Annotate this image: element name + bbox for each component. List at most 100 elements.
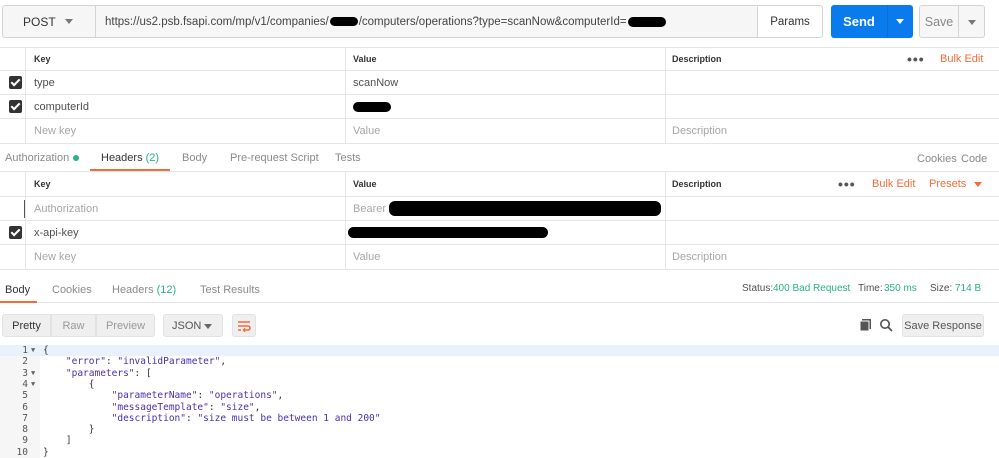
header-description[interactable] (665, 197, 999, 220)
tab-tests[interactable]: Tests (335, 152, 361, 164)
tab-response-body[interactable]: Body (5, 284, 30, 296)
time-value[interactable]: 350 ms (884, 283, 917, 294)
param-description[interactable] (665, 71, 999, 94)
bulk-edit-link[interactable]: Bulk Edit (940, 53, 983, 65)
param-value[interactable] (345, 95, 665, 118)
save-button[interactable]: Save (919, 5, 959, 38)
more-dots-icon[interactable]: ••• (838, 176, 856, 192)
fold-arrow-icon[interactable]: ▼ (31, 379, 35, 390)
col-header-value: Value (345, 48, 665, 70)
checkbox-checked-icon[interactable] (9, 100, 22, 113)
pretty-button[interactable]: Pretty (2, 314, 51, 337)
table-row: type scanNow (0, 71, 999, 95)
tab-response-headers-label: Headers (112, 284, 154, 296)
col-header-description: Description ••• Bulk Edit (665, 48, 999, 70)
format-label: JSON (172, 319, 202, 332)
headers-table: Key Value Description ••• Bulk Edit Pres… (0, 172, 999, 270)
params-button[interactable]: Params (757, 5, 823, 38)
code-text: { (43, 345, 49, 356)
col-header-description-label: Description (672, 179, 722, 189)
search-button[interactable] (879, 318, 893, 332)
line-number: 10 (16, 446, 28, 458)
new-key-input[interactable]: New key (25, 119, 345, 143)
code-line: 1 ▼ { (0, 345, 999, 357)
col-header-description-label: Description (672, 54, 722, 64)
tab-pre-request-script[interactable]: Pre-request Script (230, 152, 319, 164)
new-key-input[interactable]: New key (25, 245, 345, 269)
wrap-lines-button[interactable] (232, 314, 256, 337)
header-key[interactable]: Authorization (25, 197, 345, 220)
json-value: "size" (220, 401, 255, 413)
line-number: 8 (22, 424, 28, 436)
size-value[interactable]: 714 B (955, 283, 981, 294)
header-value[interactable] (345, 221, 665, 244)
redacted-token (389, 201, 662, 216)
raw-button[interactable]: Raw (51, 314, 96, 337)
method-select[interactable]: POST (2, 5, 96, 38)
code-line: 6 "messageTemplate": "size", (0, 402, 999, 413)
param-value[interactable]: scanNow (345, 71, 665, 94)
checkbox-checked-icon[interactable] (9, 226, 22, 239)
param-description[interactable] (665, 95, 999, 118)
json-value: "size must be between 1 and 200" (197, 412, 381, 424)
method-label: POST (23, 14, 56, 29)
status-value[interactable]: 400 Bad Request (773, 283, 850, 294)
code-line: 3 ▼ "parameters": [ (0, 368, 999, 379)
new-value-input[interactable]: Value (345, 245, 665, 269)
format-select[interactable]: JSON (163, 314, 223, 337)
tab-authorization-label: Authorization (5, 152, 70, 164)
code-line: 4 ▼ { (0, 379, 999, 390)
json-value: "operations" (208, 390, 278, 402)
caret-down-icon (974, 181, 983, 187)
more-dots-icon[interactable]: ••• (907, 51, 925, 67)
caret-down-icon (896, 19, 904, 24)
json-key: "parameterName" (111, 390, 198, 402)
new-description-input[interactable]: Description (665, 119, 999, 143)
code-text: { (43, 378, 95, 390)
table-row: Authorization Bearer (0, 197, 999, 221)
tab-response-cookies[interactable]: Cookies (52, 284, 92, 296)
header-value[interactable]: Bearer (345, 197, 665, 220)
code-text: } (43, 446, 49, 458)
cookies-link[interactable]: Cookies (917, 153, 957, 165)
headers-header-row: Key Value Description ••• Bulk Edit Pres… (0, 172, 999, 197)
fold-arrow-icon[interactable]: ▼ (31, 345, 35, 356)
send-button[interactable]: Send (831, 5, 887, 38)
param-key[interactable]: computerId (25, 95, 345, 118)
tab-test-results[interactable]: Test Results (200, 284, 260, 296)
tab-body[interactable]: Body (182, 152, 207, 164)
preview-button[interactable]: Preview (96, 314, 155, 337)
send-dropdown-button[interactable] (887, 5, 913, 38)
line-number: 6 (22, 401, 28, 413)
tab-response-headers-count: (12) (156, 284, 177, 296)
tab-response-headers[interactable]: Headers (12) (112, 284, 176, 296)
copy-button[interactable] (859, 318, 873, 332)
line-number: 1 (22, 345, 28, 356)
response-body-editor[interactable]: 1 ▼{2 "error": "invalidParameter", 3 ▼ "par… (0, 345, 999, 458)
json-key: "error" (65, 356, 106, 368)
tab-headers-label: Headers (101, 152, 143, 164)
header-key[interactable]: x-api-key (25, 221, 345, 244)
redacted-company-id (329, 17, 358, 26)
code-text: "description": "size must be between 1 a… (111, 412, 381, 424)
new-value-input[interactable]: Value (345, 119, 665, 143)
response-tabs: Body Cookies Headers (12) Test Results S… (0, 276, 999, 303)
new-description-input[interactable]: Description (665, 245, 999, 269)
code-text: ] (43, 435, 72, 447)
wrap-lines-icon (238, 320, 251, 332)
fold-arrow-icon[interactable]: ▼ (31, 368, 35, 379)
line-number: 3 (22, 367, 28, 379)
caret-down-icon (968, 20, 976, 25)
tab-authorization[interactable]: Authorization (5, 152, 80, 164)
save-response-button[interactable]: Save Response (902, 314, 984, 337)
presets-dropdown[interactable]: Presets (929, 178, 983, 190)
save-dropdown-button[interactable] (958, 5, 985, 38)
header-description[interactable] (665, 221, 999, 244)
code-text: "messageTemplate": "size", (111, 401, 261, 413)
code-link[interactable]: Code (961, 153, 987, 165)
url-input[interactable]: https://us2.psb.fsapi.com/mp/v1/companie… (96, 5, 760, 38)
tab-headers[interactable]: Headers (2) (101, 152, 159, 164)
bulk-edit-link[interactable]: Bulk Edit (872, 178, 915, 190)
checkbox-checked-icon[interactable] (9, 76, 22, 89)
param-key[interactable]: type (25, 71, 345, 94)
